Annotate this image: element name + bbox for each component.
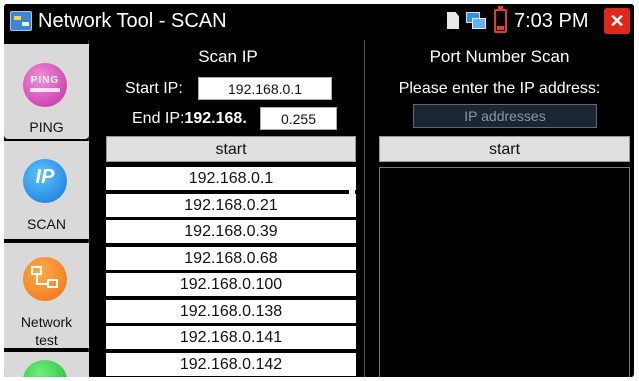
port-scan-title: Port Number Scan bbox=[429, 47, 570, 66]
sidebar: PING PING IP SCAN Network test bbox=[4, 40, 89, 377]
sidebar-item-label: Network test bbox=[20, 314, 73, 348]
scan-start-button[interactable]: start bbox=[106, 136, 356, 162]
device-screen: Network Tool - SCAN 7:03 PM ✕ PING PING … bbox=[4, 4, 634, 377]
scan-ip-icon: IP bbox=[23, 159, 67, 203]
sidebar-item-label: PING bbox=[29, 119, 64, 135]
clock: 7:03 PM bbox=[514, 10, 589, 32]
end-ip-prefix: 192.168. bbox=[184, 110, 247, 127]
result-row[interactable]: 192.168.0.39 bbox=[106, 220, 356, 243]
scan-icon-text: IP bbox=[35, 166, 55, 188]
ping-icon: PING bbox=[23, 63, 67, 107]
end-ip-field[interactable]: 0.255 bbox=[260, 107, 337, 130]
ip-prompt-label: Please enter the IP address: bbox=[398, 80, 601, 97]
scan-results-list[interactable]: 192.168.0.1 192.168.0.21 192.168.0.39 192.1… bbox=[106, 167, 356, 377]
sidebar-item-next[interactable] bbox=[4, 352, 89, 377]
sidebar-item-label: SCAN bbox=[27, 216, 66, 232]
sidebar-item-ping[interactable]: PING PING bbox=[4, 44, 89, 139]
result-row[interactable]: 192.168.0.68 bbox=[106, 246, 356, 270]
port-start-button[interactable]: start bbox=[379, 136, 630, 162]
sidebar-item-scan[interactable]: IP SCAN bbox=[4, 141, 89, 239]
network-test-icon bbox=[23, 257, 67, 301]
sd-card-icon bbox=[447, 12, 459, 29]
result-row[interactable]: 192.168.0.141 bbox=[106, 326, 356, 349]
result-row[interactable]: 192.168.0.1 bbox=[106, 167, 356, 190]
scan-ip-title: Scan IP bbox=[198, 47, 258, 66]
start-ip-label: Start IP: bbox=[125, 80, 183, 97]
app-icon bbox=[10, 11, 32, 31]
ip-address-input[interactable]: IP addresses bbox=[413, 104, 597, 128]
close-button[interactable]: ✕ bbox=[604, 8, 630, 34]
result-row[interactable]: 192.168.0.142 bbox=[106, 352, 356, 376]
result-row[interactable]: 192.168.0.21 bbox=[106, 193, 356, 217]
green-app-icon bbox=[23, 360, 67, 377]
sidebar-item-network-test[interactable]: Network test bbox=[4, 243, 89, 348]
port-results-area bbox=[379, 167, 630, 377]
results-scrollbar[interactable] bbox=[349, 167, 355, 215]
end-ip-label: End IP:192.168. bbox=[132, 108, 247, 130]
network-icon bbox=[466, 12, 486, 29]
result-row[interactable]: 192.168.0.100 bbox=[106, 273, 356, 296]
battery-icon bbox=[494, 6, 507, 33]
end-ip-label-prefix: End IP: bbox=[132, 110, 185, 127]
port-scan-panel: Port Number Scan Please enter the IP add… bbox=[364, 40, 634, 377]
result-row[interactable]: 192.168.0.138 bbox=[106, 299, 356, 323]
window-title: Network Tool - SCAN bbox=[38, 10, 227, 32]
title-bar: Network Tool - SCAN 7:03 PM ✕ bbox=[4, 4, 634, 38]
start-ip-field[interactable]: 192.168.0.1 bbox=[198, 77, 332, 100]
scan-ip-panel: Scan IP Start IP: 192.168.0.1 End IP:192… bbox=[94, 40, 362, 377]
ping-icon-text: PING bbox=[30, 75, 60, 86]
